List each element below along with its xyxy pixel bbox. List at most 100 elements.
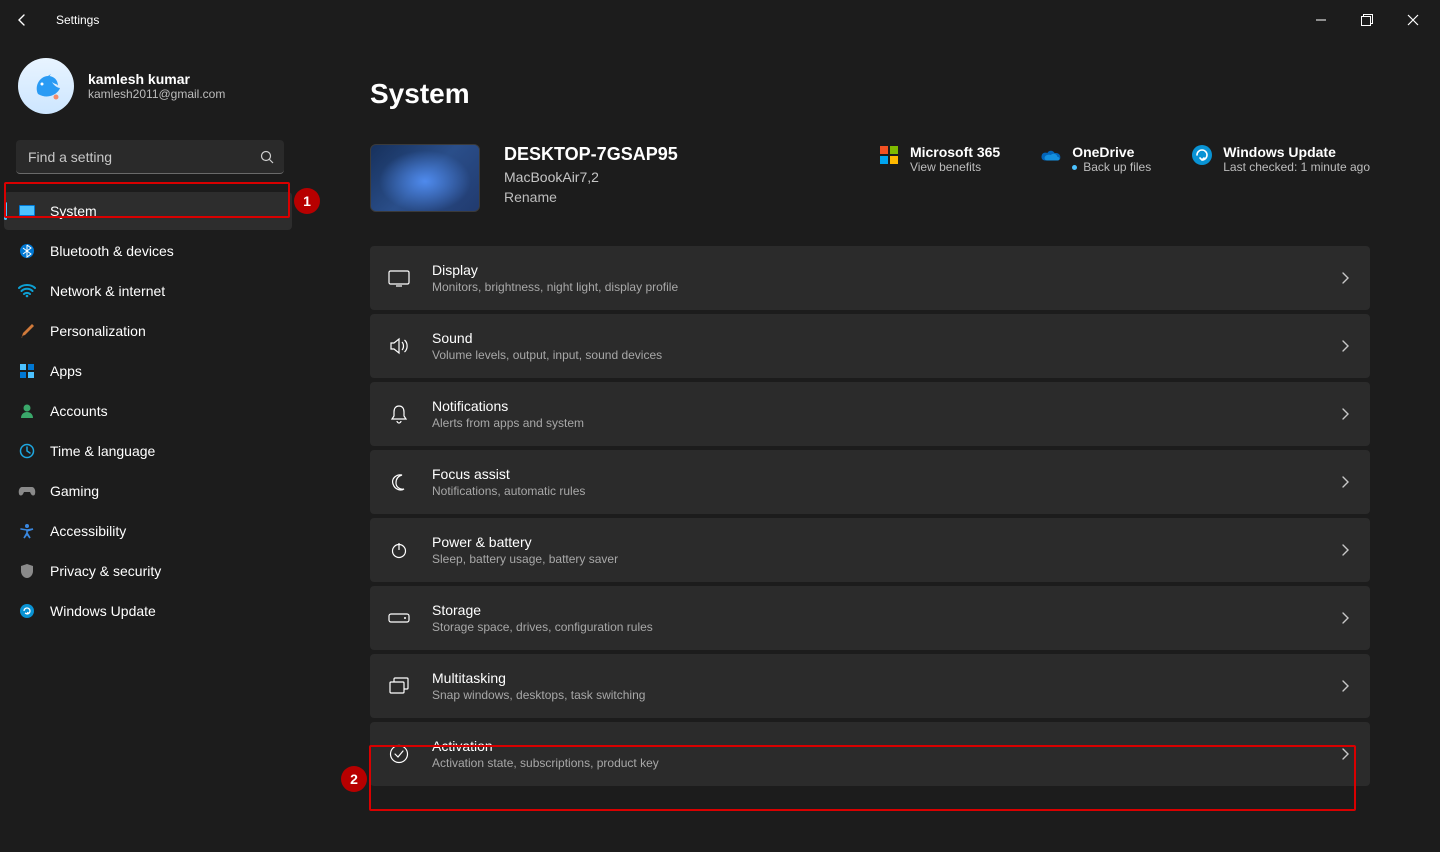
profile[interactable]: kamlesh kumar kamlesh2011@gmail.com — [0, 58, 300, 124]
chevron-right-icon — [1340, 339, 1350, 353]
maximize-button[interactable] — [1344, 0, 1390, 40]
sidebar-item-personalization[interactable]: Personalization — [4, 312, 292, 350]
sidebar-item-label: Bluetooth & devices — [50, 243, 174, 259]
checkmark-circle-icon — [388, 743, 410, 765]
sidebar-item-label: Accounts — [50, 403, 108, 419]
profile-email: kamlesh2011@gmail.com — [88, 87, 225, 101]
card-activation[interactable]: Activation Activation state, subscriptio… — [370, 722, 1370, 786]
device-thumbnail[interactable] — [370, 144, 480, 212]
sidebar-item-gaming[interactable]: Gaming — [4, 472, 292, 510]
apps-icon — [18, 362, 36, 380]
sidebar-item-bluetooth[interactable]: Bluetooth & devices — [4, 232, 292, 270]
card-sub: Monitors, brightness, night light, displ… — [432, 280, 678, 294]
card-display[interactable]: Display Monitors, brightness, night ligh… — [370, 246, 1370, 310]
sidebar-item-label: Network & internet — [50, 283, 165, 299]
chevron-right-icon — [1340, 747, 1350, 761]
sidebar-item-windows-update[interactable]: Windows Update — [4, 592, 292, 630]
quick-tile-onedrive[interactable]: OneDrive Back up files — [1040, 144, 1151, 174]
sidebar-item-label: Gaming — [50, 483, 99, 499]
card-sub: Volume levels, output, input, sound devi… — [432, 348, 662, 362]
device-name: DESKTOP-7GSAP95 — [504, 144, 678, 165]
card-label: Storage — [432, 602, 653, 618]
chevron-right-icon — [1340, 611, 1350, 625]
minimize-button[interactable] — [1298, 0, 1344, 40]
sidebar-item-label: Personalization — [50, 323, 146, 339]
card-sub: Snap windows, desktops, task switching — [432, 688, 645, 702]
sidebar-item-label: System — [50, 203, 97, 219]
sidebar-item-accessibility[interactable]: Accessibility — [4, 512, 292, 550]
system-icon — [18, 202, 36, 220]
card-power-battery[interactable]: Power & battery Sleep, battery usage, ba… — [370, 518, 1370, 582]
sidebar-item-privacy[interactable]: Privacy & security — [4, 552, 292, 590]
quick-tile-m365[interactable]: Microsoft 365 View benefits — [878, 144, 1000, 174]
sidebar-item-time-language[interactable]: Time & language — [4, 432, 292, 470]
quick-tile-title: Windows Update — [1223, 144, 1370, 160]
sidebar-item-label: Apps — [50, 363, 82, 379]
m365-icon — [878, 144, 900, 166]
windows-update-icon — [1191, 144, 1213, 166]
accessibility-icon — [18, 522, 36, 540]
update-icon — [18, 602, 36, 620]
sidebar-item-label: Privacy & security — [50, 563, 161, 579]
bluetooth-icon — [18, 242, 36, 260]
bell-icon — [388, 403, 410, 425]
window-controls — [1298, 0, 1436, 40]
quick-tile-sub: View benefits — [910, 160, 1000, 174]
search-input[interactable] — [16, 140, 284, 174]
person-icon — [18, 402, 36, 420]
search-box — [16, 140, 284, 174]
card-sound[interactable]: Sound Volume levels, output, input, soun… — [370, 314, 1370, 378]
clock-globe-icon — [18, 442, 36, 460]
power-icon — [388, 539, 410, 561]
settings-cards: Display Monitors, brightness, night ligh… — [370, 246, 1370, 786]
card-label: Display — [432, 262, 678, 278]
card-label: Activation — [432, 738, 659, 754]
card-label: Multitasking — [432, 670, 645, 686]
sidebar-item-label: Time & language — [50, 443, 155, 459]
titlebar: Settings — [0, 0, 1440, 40]
sidebar-item-label: Accessibility — [50, 523, 126, 539]
card-multitasking[interactable]: Multitasking Snap windows, desktops, tas… — [370, 654, 1370, 718]
card-focus-assist[interactable]: Focus assist Notifications, automatic ru… — [370, 450, 1370, 514]
card-label: Sound — [432, 330, 662, 346]
chevron-right-icon — [1340, 543, 1350, 557]
sidebar-item-accounts[interactable]: Accounts — [4, 392, 292, 430]
window-title: Settings — [56, 13, 99, 27]
quick-tiles: Microsoft 365 View benefits OneDrive Bac… — [878, 144, 1370, 174]
display-icon — [388, 267, 410, 289]
card-storage[interactable]: Storage Storage space, drives, configura… — [370, 586, 1370, 650]
onedrive-icon — [1040, 144, 1062, 166]
sidebar-item-network[interactable]: Network & internet — [4, 272, 292, 310]
shield-icon — [18, 562, 36, 580]
card-sub: Activation state, subscriptions, product… — [432, 756, 659, 770]
moon-icon — [388, 471, 410, 493]
device-row: DESKTOP-7GSAP95 MacBookAir7,2 Rename Mic… — [370, 144, 1370, 212]
sidebar-item-label: Windows Update — [50, 603, 156, 619]
card-label: Focus assist — [432, 466, 585, 482]
quick-tile-sub: Back up files — [1072, 160, 1151, 174]
quick-tile-windows-update[interactable]: Windows Update Last checked: 1 minute ag… — [1191, 144, 1370, 174]
nav-list: System Bluetooth & devices Network & int… — [0, 192, 300, 630]
rename-link[interactable]: Rename — [504, 189, 678, 205]
search-icon — [260, 150, 274, 164]
sidebar-item-system[interactable]: System — [4, 192, 292, 230]
paintbrush-icon — [18, 322, 36, 340]
wifi-icon — [18, 282, 36, 300]
back-button[interactable] — [12, 10, 32, 30]
card-sub: Storage space, drives, configuration rul… — [432, 620, 653, 634]
device-model: MacBookAir7,2 — [504, 169, 678, 185]
profile-name: kamlesh kumar — [88, 71, 225, 87]
chevron-right-icon — [1340, 407, 1350, 421]
card-sub: Sleep, battery usage, battery saver — [432, 552, 618, 566]
multitasking-icon — [388, 675, 410, 697]
sidebar: kamlesh kumar kamlesh2011@gmail.com Syst… — [0, 40, 300, 852]
card-label: Power & battery — [432, 534, 618, 550]
quick-tile-sub: Last checked: 1 minute ago — [1223, 160, 1370, 174]
close-button[interactable] — [1390, 0, 1436, 40]
card-notifications[interactable]: Notifications Alerts from apps and syste… — [370, 382, 1370, 446]
card-sub: Notifications, automatic rules — [432, 484, 585, 498]
page-title: System — [370, 78, 1370, 110]
gamepad-icon — [18, 482, 36, 500]
sidebar-item-apps[interactable]: Apps — [4, 352, 292, 390]
chevron-right-icon — [1340, 679, 1350, 693]
